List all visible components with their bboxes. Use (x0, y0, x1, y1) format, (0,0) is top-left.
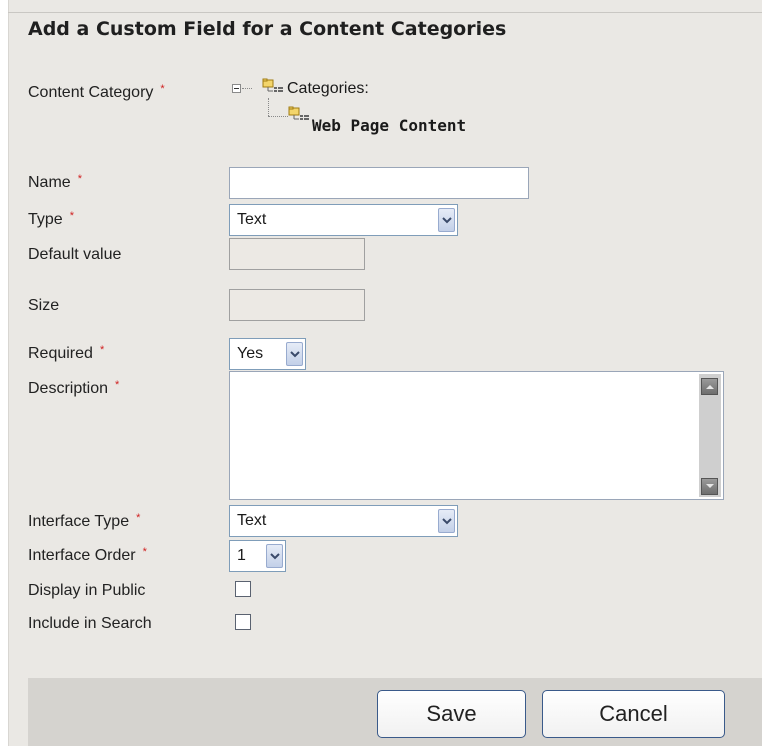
collapse-minus-icon[interactable] (232, 84, 241, 93)
name-input[interactable] (229, 167, 529, 199)
interface-order-select[interactable]: 1 (229, 540, 286, 572)
chevron-down-icon[interactable] (438, 208, 455, 232)
required-marker: * (99, 344, 105, 356)
description-textarea[interactable] (229, 371, 724, 500)
size-input[interactable] (229, 289, 365, 321)
save-button[interactable]: Save (377, 690, 526, 738)
interface-order-label: Interface Order * (28, 546, 147, 564)
chevron-down-icon[interactable] (438, 509, 455, 533)
required-marker: * (77, 173, 82, 185)
header-divider (8, 12, 762, 13)
type-select-value: Text (237, 211, 267, 228)
type-label: Type * (28, 210, 74, 228)
required-marker: * (136, 512, 141, 524)
scroll-up-arrow-icon[interactable] (701, 378, 718, 395)
tree-connector (268, 116, 288, 117)
default-value-label: Default value (28, 246, 122, 263)
default-value-input[interactable] (229, 238, 365, 270)
name-label: Name * (28, 173, 82, 191)
required-select-value: Yes (237, 345, 264, 362)
category-tree: Categories: Web Page Content (232, 76, 532, 140)
folder-tree-icon (288, 106, 310, 122)
tree-child-label[interactable]: Web Page Content (312, 116, 466, 135)
include-in-search-label: Include in Search (28, 615, 152, 632)
chevron-down-icon[interactable] (266, 544, 283, 568)
display-in-public-label: Display in Public (28, 582, 146, 599)
display-in-public-checkbox[interactable] (235, 581, 251, 597)
required-select[interactable]: Yes (229, 338, 306, 370)
scroll-down-arrow-icon[interactable] (701, 478, 718, 495)
interface-type-label: Interface Type * (28, 512, 141, 530)
cancel-button[interactable]: Cancel (542, 690, 725, 738)
required-label: Required * (28, 344, 105, 362)
tree-connector (268, 98, 269, 116)
chevron-down-icon[interactable] (286, 342, 303, 366)
content-category-label: Content Category * (28, 83, 165, 101)
interface-order-select-value: 1 (237, 547, 246, 564)
required-marker: * (69, 210, 74, 222)
required-marker: * (115, 379, 120, 391)
required-marker: * (142, 546, 147, 558)
size-label: Size (28, 297, 60, 314)
interface-type-select[interactable]: Text (229, 505, 458, 537)
description-scrollbar[interactable] (699, 374, 721, 497)
tree-root-label[interactable]: Categories: (287, 80, 369, 98)
type-select[interactable]: Text (229, 204, 458, 236)
description-label: Description * (28, 379, 120, 397)
tree-connector (242, 88, 252, 89)
required-marker: * (160, 83, 165, 95)
folder-tree-icon (262, 78, 284, 94)
interface-type-select-value: Text (237, 512, 267, 529)
page-title: Add a Custom Field for a Content Categor… (28, 18, 507, 40)
include-in-search-checkbox[interactable] (235, 614, 251, 630)
